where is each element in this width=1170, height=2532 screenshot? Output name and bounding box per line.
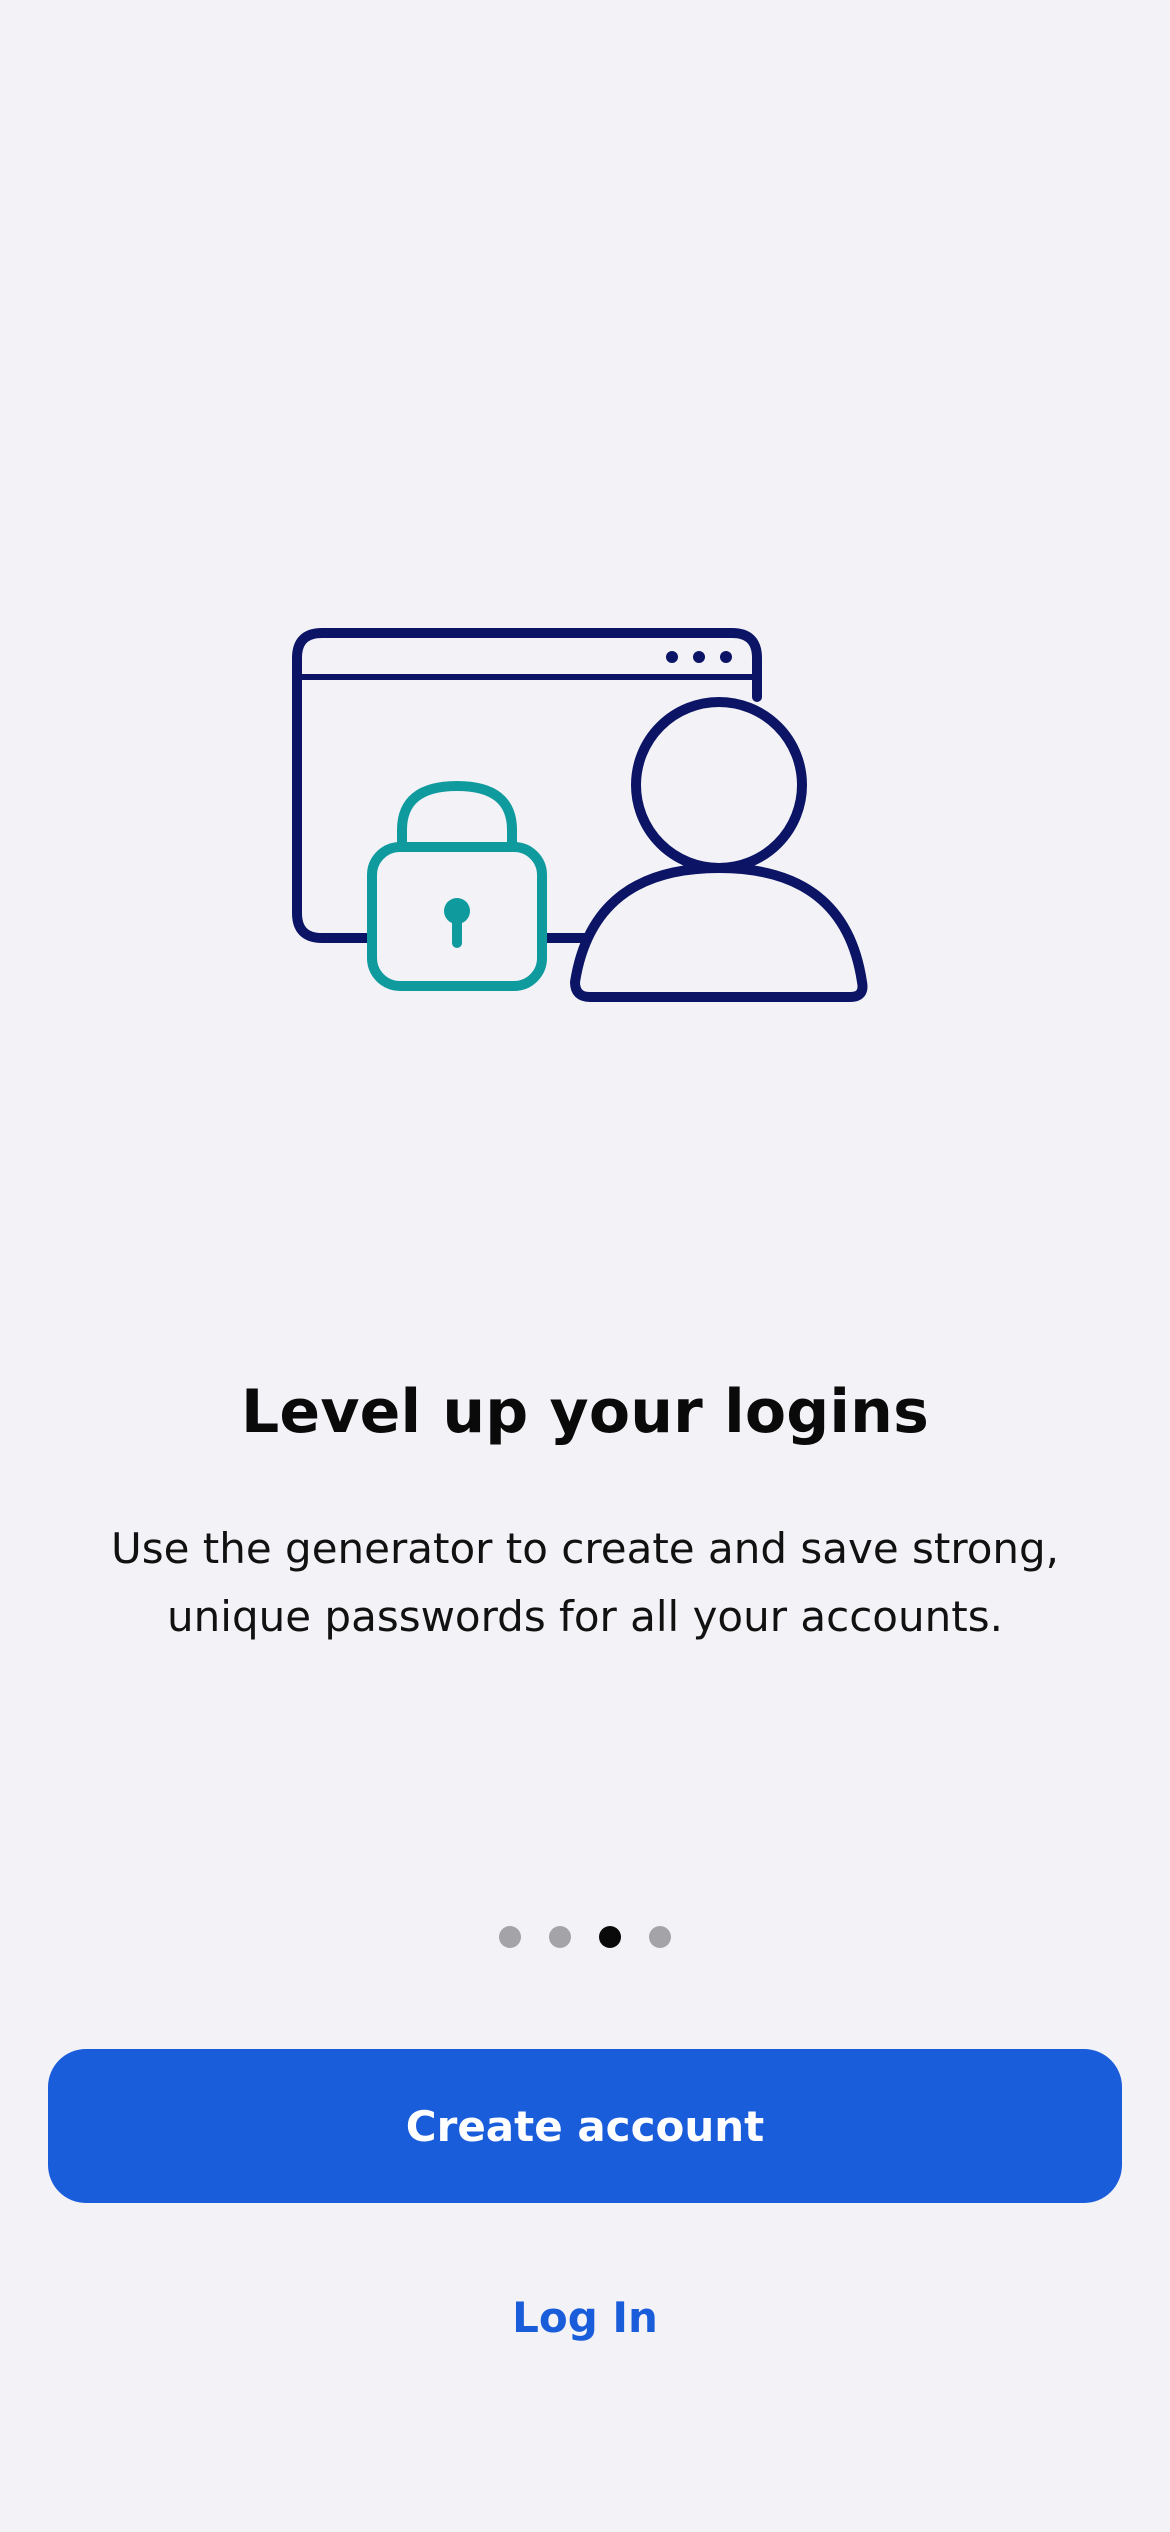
page-indicator-dot-1[interactable]: [499, 1926, 521, 1948]
page-indicator-dot-4[interactable]: [649, 1926, 671, 1948]
onboarding-title: Level up your logins: [241, 1377, 929, 1447]
page-indicator-dot-2[interactable]: [549, 1926, 571, 1948]
page-indicator-dot-3-active[interactable]: [599, 1926, 621, 1948]
create-account-button[interactable]: Create account: [48, 2049, 1122, 2203]
page-indicator: [0, 1926, 1170, 1948]
log-in-button[interactable]: Log In: [385, 2276, 785, 2358]
secure-login-illustration: [290, 625, 880, 1015]
browser-lock-user-icon: [292, 628, 868, 1002]
onboarding-description: Use the generator to create and save str…: [110, 1524, 1060, 1641]
